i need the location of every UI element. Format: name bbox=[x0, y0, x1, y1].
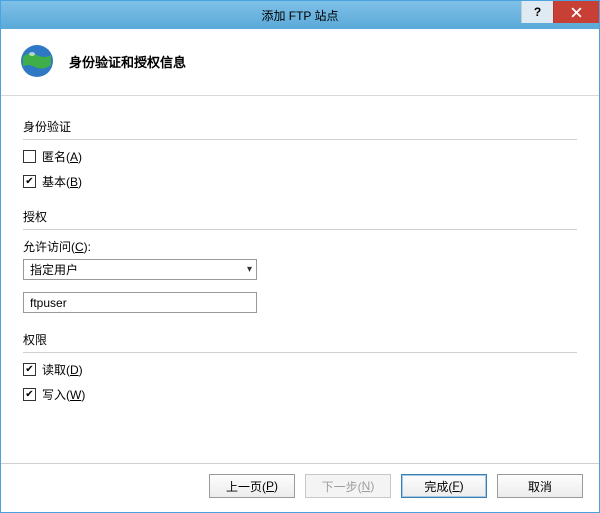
user-input[interactable]: ftpuser bbox=[23, 292, 257, 313]
help-icon: ? bbox=[534, 5, 541, 19]
basic-label: 基本(B) bbox=[42, 173, 82, 190]
content-area: 身份验证 匿名(A) 基本(B) 授权 允许访问(C): 指定用户 ▾ ftpu… bbox=[1, 96, 599, 463]
globe-icon bbox=[19, 43, 55, 79]
next-button: 下一步(N) bbox=[305, 474, 391, 498]
permissions-heading: 权限 bbox=[23, 331, 577, 348]
finish-button[interactable]: 完成(F) bbox=[401, 474, 487, 498]
allow-access-label: 允许访问(C): bbox=[23, 238, 577, 255]
allow-access-value: 指定用户 bbox=[30, 261, 78, 278]
anonymous-checkbox[interactable] bbox=[23, 150, 36, 163]
titlebar: 添加 FTP 站点 ? bbox=[1, 1, 599, 29]
authorization-heading: 授权 bbox=[23, 208, 577, 225]
previous-button[interactable]: 上一页(P) bbox=[209, 474, 295, 498]
write-row[interactable]: 写入(W) bbox=[23, 386, 577, 403]
cancel-button[interactable]: 取消 bbox=[497, 474, 583, 498]
read-row[interactable]: 读取(D) bbox=[23, 361, 577, 378]
permissions-section: 权限 读取(D) 写入(W) bbox=[23, 331, 577, 403]
chevron-down-icon: ▾ bbox=[247, 264, 252, 275]
basic-row[interactable]: 基本(B) bbox=[23, 173, 577, 190]
divider bbox=[23, 352, 577, 353]
anonymous-label: 匿名(A) bbox=[42, 148, 82, 165]
close-button[interactable] bbox=[553, 1, 599, 23]
help-button[interactable]: ? bbox=[521, 1, 553, 23]
allow-access-select[interactable]: 指定用户 ▾ bbox=[23, 259, 257, 280]
read-label: 读取(D) bbox=[42, 361, 83, 378]
read-checkbox[interactable] bbox=[23, 363, 36, 376]
user-input-value: ftpuser bbox=[30, 296, 67, 310]
authentication-heading: 身份验证 bbox=[23, 118, 577, 135]
window-title: 添加 FTP 站点 bbox=[261, 7, 338, 24]
anonymous-row[interactable]: 匿名(A) bbox=[23, 148, 577, 165]
divider bbox=[23, 229, 577, 230]
authorization-section: 授权 允许访问(C): 指定用户 ▾ ftpuser bbox=[23, 208, 577, 313]
window-controls: ? bbox=[521, 1, 599, 29]
divider bbox=[23, 139, 577, 140]
authentication-section: 身份验证 匿名(A) 基本(B) bbox=[23, 118, 577, 190]
write-checkbox[interactable] bbox=[23, 388, 36, 401]
close-icon bbox=[571, 7, 582, 18]
wizard-header: 身份验证和授权信息 bbox=[1, 29, 599, 96]
button-bar: 上一页(P) 下一步(N) 完成(F) 取消 bbox=[1, 463, 599, 512]
write-label: 写入(W) bbox=[42, 386, 85, 403]
dialog-window: 添加 FTP 站点 ? 身份验证和授权信息 身份验证 匿名(A) 基本(B) bbox=[0, 0, 600, 513]
basic-checkbox[interactable] bbox=[23, 175, 36, 188]
page-title: 身份验证和授权信息 bbox=[69, 52, 186, 71]
